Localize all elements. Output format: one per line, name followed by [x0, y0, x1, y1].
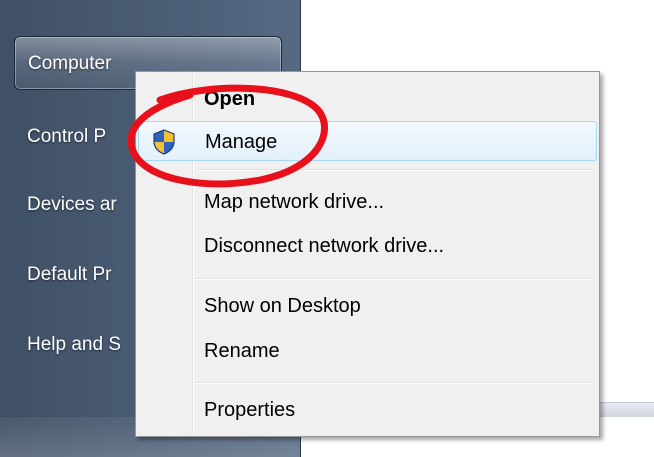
menu-item-map-network-drive[interactable]: Map network drive... — [138, 182, 597, 222]
menu-item-rename[interactable]: Rename — [138, 331, 597, 371]
menu-item-show-on-desktop[interactable]: Show on Desktop — [138, 286, 597, 326]
menu-separator — [196, 382, 595, 384]
menu-item-label: Show on Desktop — [204, 295, 361, 317]
menu-item-label: Manage — [205, 131, 278, 153]
menu-item-label: Map network drive... — [204, 191, 385, 213]
uac-shield-icon — [153, 129, 175, 155]
menu-item-open[interactable]: Open — [138, 79, 597, 119]
menu-item-label: Rename — [204, 340, 280, 362]
menu-separator — [196, 278, 595, 280]
menu-item-label: Open — [204, 88, 256, 110]
menu-item-label: Properties — [204, 399, 296, 421]
menu-item-disconnect-network-drive[interactable]: Disconnect network drive... — [138, 226, 597, 266]
menu-item-properties[interactable]: Properties — [138, 390, 597, 430]
menu-item-label: Disconnect network drive... — [204, 235, 445, 257]
menu-item-manage[interactable]: Manage — [138, 121, 597, 161]
context-menu: Open Manage Map network drive... Disconn… — [135, 71, 600, 437]
menu-separator — [196, 169, 595, 171]
